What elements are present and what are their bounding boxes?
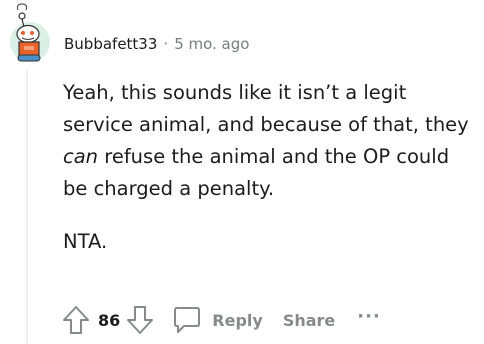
body-text-emphasis: can [63,145,99,168]
comment-bubble-icon [174,307,201,333]
thread-line[interactable] [26,70,28,344]
snoo-avatar-icon [10,3,50,62]
comment-body: Yeah, this sounds like it isn’t a legit … [63,77,473,258]
body-text-prefix: Yeah, this sounds like it isn’t a legit … [63,81,469,136]
share-button[interactable]: Share [283,311,335,330]
comment-paragraph-1: Yeah, this sounds like it isn’t a legit … [63,77,473,205]
body-text-suffix: refuse the animal and the OP could be ch… [63,145,450,200]
username-link[interactable]: Bubbafett33 [64,35,157,53]
reply-label: Reply [212,310,263,330]
timestamp-link[interactable]: 5 mo. ago [174,35,249,53]
downvote-arrow-icon [127,306,154,334]
more-options-button[interactable]: ··· [357,306,381,327]
upvote-arrow-icon [63,306,89,334]
comment-meta: Bubbafett33 · 5 mo. ago [64,32,249,56]
vote-count: 86 [98,310,121,330]
reply-button[interactable]: Reply [172,305,263,335]
downvote-button[interactable] [126,305,154,335]
meta-separator: · [163,35,169,53]
user-avatar[interactable] [2,2,56,66]
comment-actions: 86 Reply Share ··· [62,302,381,338]
comment-paragraph-2: NTA. [63,230,108,253]
upvote-button[interactable] [62,305,90,335]
